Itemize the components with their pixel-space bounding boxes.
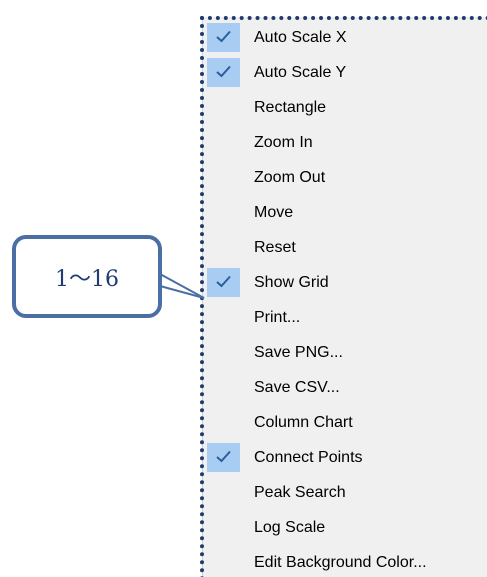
menu-item-label: Save PNG... [254, 344, 343, 361]
check-highlight [207, 443, 240, 472]
context-menu: Auto Scale X Auto Scale Y Rectangle Zoom… [202, 17, 487, 577]
menu-item-label: Move [254, 204, 294, 221]
menu-item-label: Auto Scale Y [254, 64, 347, 81]
menu-item-label: Zoom Out [254, 169, 326, 186]
menu-item-label: Peak Search [254, 484, 346, 501]
callout-bubble: 1～16 [12, 235, 162, 318]
menu-item-label: Print... [254, 309, 301, 326]
menu-item-zoom-in[interactable]: Zoom In [203, 125, 487, 160]
menu-item-label: Column Chart [254, 414, 353, 431]
menu-item-reset[interactable]: Reset [203, 230, 487, 265]
menu-item-move[interactable]: Move [203, 195, 487, 230]
checkmark-icon [216, 275, 231, 288]
checkmark-icon [216, 450, 231, 463]
menu-item-label: Auto Scale X [254, 29, 347, 46]
menu-item-auto-scale-y[interactable]: Auto Scale Y [203, 55, 487, 90]
menu-item-auto-scale-x[interactable]: Auto Scale X [203, 20, 487, 55]
menu-item-show-grid[interactable]: Show Grid [203, 265, 487, 300]
menu-item-label: Show Grid [254, 274, 329, 291]
menu-item-label: Log Scale [254, 519, 326, 536]
menu-item-save-png[interactable]: Save PNG... [203, 335, 487, 370]
callout-pointer [159, 273, 205, 299]
menu-item-label: Save CSV... [254, 379, 340, 396]
screenshot-stage: Auto Scale X Auto Scale Y Rectangle Zoom… [0, 0, 487, 577]
callout-label: 1～16 [55, 266, 119, 292]
checkmark-icon [216, 30, 231, 43]
menu-item-label: Zoom In [254, 134, 313, 151]
menu-item-peak-search[interactable]: Peak Search [203, 475, 487, 510]
menu-item-edit-background-color[interactable]: Edit Background Color... [203, 545, 487, 577]
menu-item-column-chart[interactable]: Column Chart [203, 405, 487, 440]
menu-item-label: Connect Points [254, 449, 363, 466]
menu-item-log-scale[interactable]: Log Scale [203, 510, 487, 545]
check-highlight [207, 268, 240, 297]
check-highlight [207, 58, 240, 87]
menu-item-connect-points[interactable]: Connect Points [203, 440, 487, 475]
menu-item-zoom-out[interactable]: Zoom Out [203, 160, 487, 195]
menu-item-label: Reset [254, 239, 296, 256]
menu-item-print[interactable]: Print... [203, 300, 487, 335]
menu-item-save-csv[interactable]: Save CSV... [203, 370, 487, 405]
checkmark-icon [216, 65, 231, 78]
menu-item-label: Edit Background Color... [254, 554, 427, 571]
check-highlight [207, 23, 240, 52]
menu-item-label: Rectangle [254, 99, 327, 116]
menu-item-rectangle[interactable]: Rectangle [203, 90, 487, 125]
